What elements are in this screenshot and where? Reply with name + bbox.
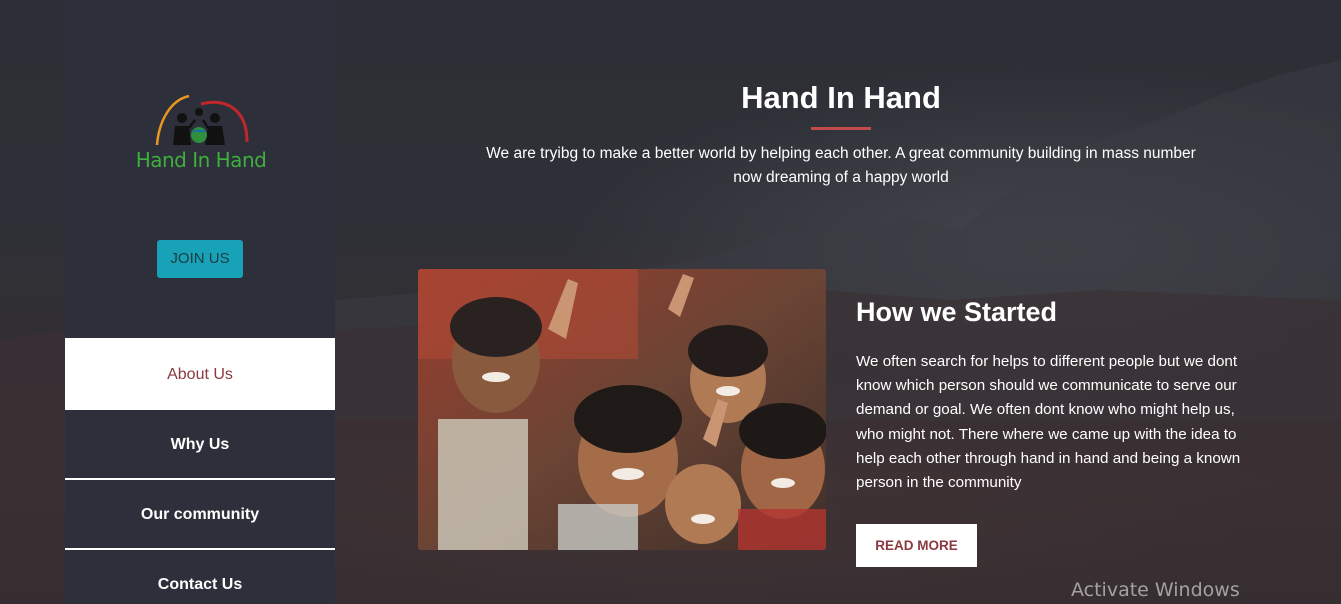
story-title: How we Started [856,297,1058,327]
activate-windows-watermark: Activate Windows [1071,579,1240,601]
nav-why-us[interactable]: Why Us [65,410,335,480]
nav-about-us[interactable]: About Us [65,338,335,410]
nav-our-community[interactable]: Our community [65,480,335,550]
children-photo [418,269,826,550]
read-more-button[interactable]: READ MORE [856,524,977,567]
logo[interactable]: Hand In Hand [135,90,267,172]
title-underline [811,127,871,130]
nav-contact-us[interactable]: Contact Us [65,550,335,604]
children-photo-image [418,269,826,550]
children-holding-hands-icon [155,94,249,146]
story-text: We often search for helps to different p… [856,353,1241,492]
join-us-button[interactable]: JOIN US [157,240,243,278]
hero-title: Hand In Hand [741,80,941,115]
sidebar-nav: About Us Why Us Our community Contact Us [65,338,335,604]
logo-text: Hand In Hand [135,148,267,172]
hero-description: We are tryibg to make a better world by … [486,145,1196,186]
sidebar: Hand In Hand JOIN US About Us Why Us Our… [65,0,335,604]
